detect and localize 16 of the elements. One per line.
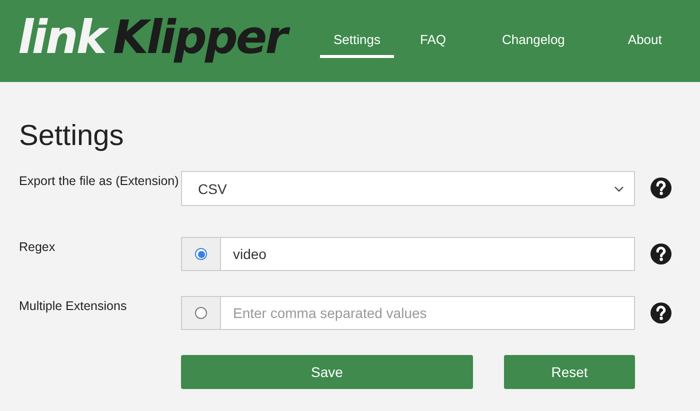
nav-tab[interactable]: Changelog (502, 24, 565, 58)
nav-tab[interactable]: FAQ (420, 24, 446, 58)
help-icon[interactable] (650, 177, 672, 199)
reset-button[interactable]: Reset (504, 355, 635, 389)
help-icon[interactable] (650, 243, 672, 265)
field-label: Multiple Extensions (19, 298, 128, 315)
extension-select[interactable]: CSV (181, 171, 635, 206)
field-label: Export the file as (Extension) (19, 173, 180, 190)
logo: link Klipper (18, 10, 300, 64)
save-button[interactable]: Save (181, 355, 473, 389)
nav-tab[interactable]: About (628, 24, 662, 58)
nav-tab[interactable]: Settings (320, 24, 394, 58)
page-title: Settings (19, 120, 125, 153)
help-icon[interactable] (650, 302, 672, 324)
chevron-down-icon (614, 186, 624, 192)
field-label: Regex (19, 239, 56, 256)
